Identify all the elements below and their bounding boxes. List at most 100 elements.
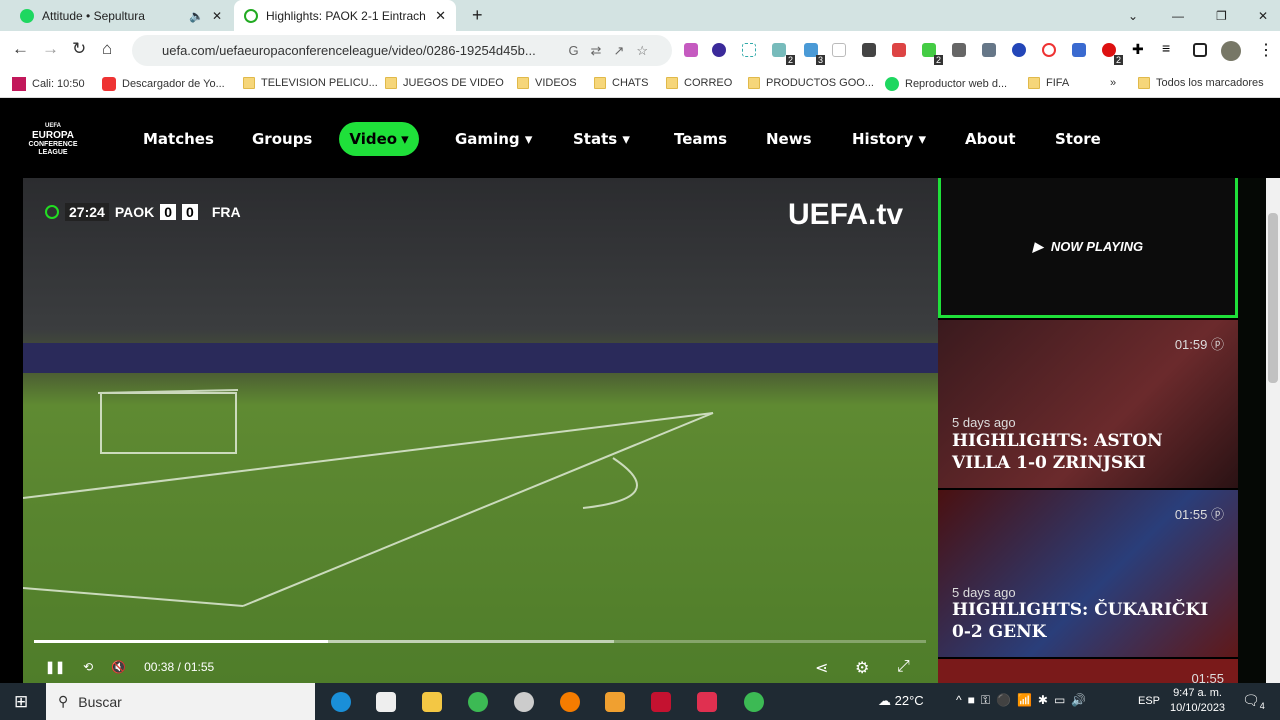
scoreboard: 27:24 PAOK 0 0 FRA (45, 203, 241, 221)
menu-icon[interactable]: ⋮ (1258, 40, 1274, 60)
extension-icon[interactable] (952, 43, 966, 57)
extension-icon[interactable] (1042, 43, 1056, 57)
uecl-logo[interactable]: UEFA EUROPA CONFERENCE LEAGUE (28, 122, 78, 157)
app-icon[interactable] (697, 692, 717, 712)
share-icon[interactable]: ⋖ (815, 658, 828, 678)
extension-icon[interactable] (832, 43, 846, 57)
extension-icon[interactable] (712, 43, 726, 57)
extension-icon[interactable] (862, 43, 876, 57)
weather[interactable]: ☁ 22°C (878, 693, 924, 709)
bookmark-folder[interactable]: CHATS (594, 77, 648, 89)
edge-icon[interactable] (331, 692, 351, 712)
tab-uefa[interactable]: Highlights: PAOK 2-1 Eintracht F ✕ (234, 0, 456, 31)
forward-icon[interactable]: → (42, 39, 59, 59)
tab-strip: Attitude • Sepultura 🔈 ✕ Highlights: PAOK … (0, 0, 1280, 31)
bookmark-folder[interactable]: CORREO (666, 77, 732, 89)
extension-icon[interactable] (1072, 43, 1086, 57)
chrome-active-icon[interactable] (744, 692, 764, 712)
bookmark[interactable]: Cali: 10:50 (12, 77, 85, 91)
extension-icon[interactable] (772, 43, 786, 57)
puzzle-icon[interactable]: ✚ (1132, 41, 1144, 58)
uecl-icon (244, 8, 258, 23)
avatar[interactable] (1221, 41, 1241, 61)
tray-icons[interactable]: ^■⚿⚫📶✱▭🔊 (956, 693, 1092, 708)
pitch-graphic (23, 343, 938, 607)
close-window-button[interactable]: ✕ (1248, 0, 1278, 31)
bookmark-folder[interactable]: FIFA (1028, 77, 1069, 89)
bookmark-folder[interactable]: VIDEOS (517, 77, 577, 89)
sidepanel-icon[interactable] (1193, 43, 1207, 57)
tab-title: Highlights: PAOK 2-1 Eintracht F (266, 8, 426, 23)
nav-stats[interactable]: Stats ▾ (573, 130, 630, 148)
bookmark-folder[interactable]: TELEVISION PELICU... (243, 77, 378, 89)
firefox-icon[interactable] (560, 692, 580, 712)
language[interactable]: ESP (1138, 695, 1160, 707)
windows-start-icon[interactable]: ⊞ (14, 692, 28, 712)
nav-groups[interactable]: Groups (252, 130, 312, 148)
reload-icon[interactable]: ↻ (72, 39, 86, 59)
nav-teams[interactable]: Teams (674, 130, 727, 148)
omnibox-icons[interactable]: G⇄↗☆ (568, 43, 660, 59)
bookmark-folder[interactable]: Todos los marcadores (1138, 77, 1264, 89)
seek-bar[interactable] (34, 640, 926, 643)
nav-video[interactable]: Video ▾ (339, 122, 419, 156)
extension-icon[interactable] (684, 43, 698, 57)
time-display: 00:38 / 01:55 (144, 660, 215, 674)
scrollbar[interactable] (1266, 178, 1280, 683)
video-card[interactable]: 01:55 ⓟ 5 days ago HIGHLIGHTS: ČUKARIČKI… (938, 490, 1238, 657)
nav-news[interactable]: News (766, 130, 812, 148)
bookmark[interactable]: Reproductor web d... (885, 77, 1007, 91)
video-age: 5 days ago (952, 585, 1016, 600)
bookmark-folder[interactable]: JUEGOS DE VIDEO (385, 77, 504, 89)
video-player[interactable]: 27:24 PAOK 0 0 FRA UEFA.tv ❚❚ ⟲ 🔇 00:38 … (23, 178, 938, 683)
address-bar[interactable]: uefa.com/uefaeuropaconferenceleague/vide… (132, 35, 672, 66)
extension-icon[interactable] (892, 43, 906, 57)
extension-icon[interactable] (982, 43, 996, 57)
close-tab-icon[interactable]: ✕ (212, 9, 222, 23)
back-icon[interactable]: ← (12, 39, 29, 59)
fullscreen-icon[interactable]: ⤢ (897, 658, 910, 676)
video-card[interactable]: 01:55 (938, 659, 1238, 686)
chrome-icon[interactable] (468, 692, 488, 712)
replay-icon[interactable]: ⟲ (83, 660, 93, 674)
store-icon[interactable] (376, 692, 396, 712)
extension-icon[interactable] (1012, 43, 1026, 57)
explorer-icon[interactable] (422, 692, 442, 712)
nav-about[interactable]: About (965, 130, 1016, 148)
minimize-button[interactable]: — (1162, 0, 1194, 31)
bookmarks-bar: Cali: 10:50 Descargador de Yo... TELEVIS… (0, 70, 1280, 98)
extension-icon[interactable] (742, 43, 756, 57)
more-bookmarks-icon[interactable]: » (1110, 77, 1116, 89)
app-icon[interactable] (651, 692, 671, 712)
nav-matches[interactable]: Matches (143, 130, 214, 148)
nav-store[interactable]: Store (1055, 130, 1101, 148)
new-tab-button[interactable]: + (462, 0, 493, 31)
duration: 01:55 ⓟ (1174, 507, 1224, 522)
audio-icon[interactable]: 🔈 (189, 9, 204, 23)
video-card[interactable]: 01:59 ⓟ 5 days ago HIGHLIGHTS: ASTON VIL… (938, 320, 1238, 488)
clock[interactable]: 9:47 a. m. 10/10/2023 (1170, 686, 1225, 716)
gear-icon[interactable]: ⚙ (855, 658, 869, 678)
nav-history[interactable]: History ▾ (852, 130, 926, 148)
match-clock: 27:24 (65, 203, 109, 221)
media-icon[interactable]: ≡ (1162, 40, 1170, 56)
away-team: FRA (211, 204, 241, 220)
video-title: HIGHLIGHTS: ASTON VILLA 1-0 ZRINJSKI (952, 431, 1163, 473)
pause-icon[interactable]: ❚❚ (45, 660, 65, 674)
bookmark-folder[interactable]: PRODUCTOS GOO... (748, 77, 874, 89)
mute-icon[interactable]: 🔇 (111, 660, 126, 674)
minimize-button[interactable]: ⌄ (1118, 0, 1148, 31)
maximize-button[interactable]: ❐ (1206, 0, 1237, 31)
home-icon[interactable]: ⌂ (102, 39, 112, 59)
spotify-icon (20, 8, 34, 23)
nav-gaming[interactable]: Gaming ▾ (455, 130, 532, 148)
media-player-icon[interactable] (605, 692, 625, 712)
tab-spotify[interactable]: Attitude • Sepultura 🔈 ✕ (10, 0, 232, 31)
taskbar-search[interactable]: ⚲ Buscar (46, 683, 315, 720)
uecl-icon (45, 205, 59, 219)
notification-icon[interactable]: 🗨4 (1242, 692, 1265, 711)
close-tab-icon[interactable]: ✕ (435, 8, 446, 24)
now-playing-card[interactable]: ▶ NOW PLAYING (938, 178, 1238, 318)
bookmark[interactable]: Descargador de Yo... (102, 77, 225, 91)
app-icon[interactable] (514, 692, 534, 712)
